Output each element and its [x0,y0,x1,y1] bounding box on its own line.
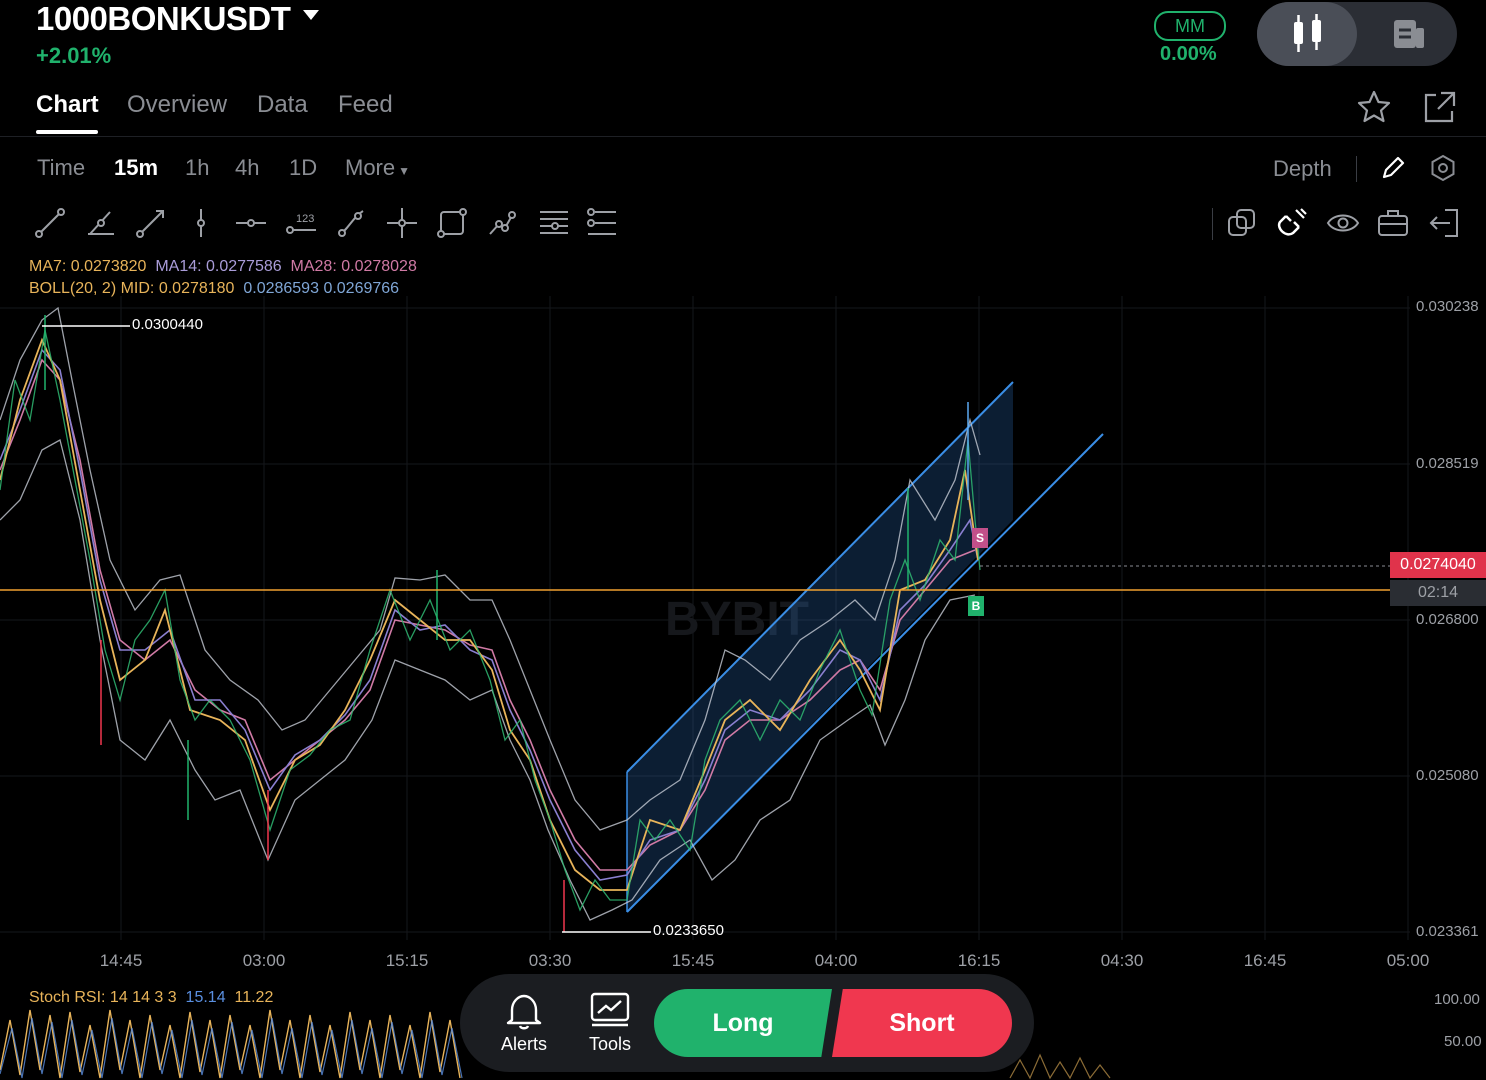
sell-marker[interactable]: S [972,528,988,548]
y-tick: 0.030238 [1416,298,1479,315]
channel-lower [626,433,1104,913]
y-tick: 0.023361 [1416,923,1479,940]
chevron-down-icon: ▼ [398,164,411,178]
low-price-label: 0.0233650 [653,922,724,939]
fib-icon[interactable] [334,206,368,240]
buy-marker[interactable]: B [968,596,984,616]
crosshair-icon[interactable] [385,206,419,240]
depth-separator [1356,156,1357,182]
interval-1d[interactable]: 1D [289,155,317,181]
horizontal-line-icon[interactable] [234,206,268,240]
x-tick: 03:30 [528,951,572,970]
high-price-label: 0.0300440 [132,316,203,333]
ray-icon[interactable] [134,206,168,240]
ma28-value: MA28: 0.0278028 [290,258,417,275]
price-chart[interactable]: BYBIT [0,296,1486,980]
layers-icon[interactable] [1225,206,1259,240]
toolbox-icon[interactable] [1376,206,1410,240]
channel-fill [627,382,1013,912]
exit-icon[interactable] [1427,206,1461,240]
x-tick: 15:45 [671,951,715,970]
eye-icon[interactable] [1326,206,1360,240]
angle-icon[interactable] [84,206,118,240]
magnet-icon[interactable] [1276,206,1310,240]
parallel-channel-icon[interactable] [537,206,571,240]
symbol-title[interactable]: 1000BONKUSDT [36,0,291,38]
depth-button[interactable]: Depth [1273,156,1332,182]
favorite-star-icon[interactable] [1356,89,1392,130]
boll-mid-value: BOLL(20, 2) MID: 0.0278180 [29,280,235,297]
interval-more-label: More [345,155,396,180]
chart-settings-icon[interactable] [1429,154,1457,187]
x-tick: 16:45 [1243,951,1287,970]
y-tick: 0.026800 [1416,611,1479,628]
ma7-value: MA7: 0.0273820 [29,258,147,275]
interval-more[interactable]: More ▼ [345,155,410,181]
ma14-value: MA14: 0.0277586 [155,258,282,275]
alerts-label: Alerts [500,1034,547,1054]
price-range-icon[interactable]: 123 [284,206,318,240]
stoch-level-100: 100.00 [1434,991,1480,1008]
x-tick: 16:15 [957,951,1001,970]
boll-up-value: 0.0286593 [243,280,319,297]
x-tick: 03:00 [242,951,286,970]
tab-overview[interactable]: Overview [127,91,227,119]
symbol-dropdown-icon[interactable] [303,10,319,20]
tab-feed[interactable]: Feed [338,91,393,119]
tab-chart[interactable]: Chart [36,91,99,119]
boll-low-value: 0.0269766 [323,280,400,297]
rectangle-icon[interactable] [435,206,469,240]
interval-1h[interactable]: 1h [185,155,209,181]
tools-chart-icon [590,992,630,1027]
x-tick: 04:00 [814,951,858,970]
interval-time[interactable]: Time [37,155,85,181]
mm-value: 0.00% [1160,43,1217,65]
candle-countdown: 02:14 [1390,580,1486,606]
stoch-level-50: 50.00 [1444,1033,1482,1050]
candlestick-view-button[interactable] [1257,2,1357,66]
current-price-tag: 0.0274040 [1390,552,1486,578]
x-tick: 14:45 [99,951,143,970]
price-change: +2.01% [36,43,112,68]
orderbook-icon [1394,20,1424,48]
bell-icon [506,994,542,1030]
tools-separator [1212,208,1213,240]
tab-data[interactable]: Data [257,91,308,119]
vertical-line-icon[interactable] [184,206,218,240]
pencil-icon[interactable] [1379,154,1407,187]
long-button[interactable]: Long [654,989,832,1057]
fib-levels-icon[interactable] [585,206,619,240]
y-tick: 0.025080 [1416,767,1479,784]
ma-readout: MA7: 0.0273820 MA14: 0.0277586 MA28: 0.0… [29,258,417,276]
x-tick: 05:00 [1386,951,1430,970]
interval-4h[interactable]: 4h [235,155,259,181]
trend-line-icon[interactable] [33,206,67,240]
path-icon[interactable] [485,206,519,240]
alerts-button[interactable]: Alerts [492,990,556,1060]
y-tick: 0.028519 [1416,455,1479,472]
candlestick-icon [1294,14,1321,52]
active-tab-indicator [36,130,98,134]
x-tick: 15:15 [385,951,429,970]
tools-button[interactable]: Tools [578,990,642,1060]
tabs-divider [0,136,1486,137]
short-button[interactable]: Short [832,989,1012,1057]
tools-label: Tools [588,1034,632,1054]
orderbook-view-button[interactable] [1357,2,1457,66]
interval-15m[interactable]: 15m [114,155,158,181]
svg-text:123: 123 [296,213,314,225]
mm-badge[interactable]: MM [1154,11,1226,41]
share-icon[interactable] [1421,89,1457,130]
x-tick: 04:30 [1100,951,1144,970]
